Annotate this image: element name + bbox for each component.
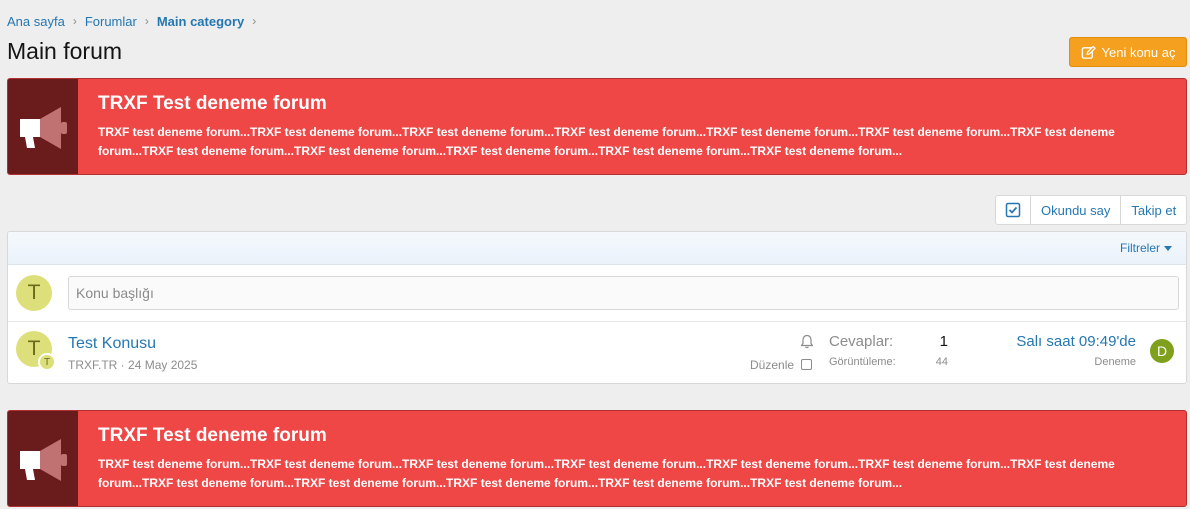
meta-separator: · [117, 358, 129, 372]
notice-banner: TRXF Test deneme forum TRXF test deneme … [7, 410, 1187, 507]
megaphone-icon [20, 438, 67, 481]
filters-label: Filtreler [1119, 241, 1160, 255]
caret-down-icon [1164, 245, 1172, 251]
breadcrumb-forums[interactable]: Forumlar [85, 14, 137, 29]
table-row: T T Test Konusu TRXF.TR · 24 May 2025 Dü… [8, 322, 1186, 383]
thread-list: Filtreler T T T Test Konusu TRXF.TR · 24… [7, 231, 1187, 384]
notice-banner: TRXF Test deneme forum TRXF test deneme … [7, 78, 1187, 175]
chevron-right-icon: › [252, 14, 257, 28]
breadcrumb: Ana sayfa › Forumlar › Main category › [7, 12, 264, 30]
thread-title-input[interactable] [68, 276, 1179, 310]
notice-title: TRXF Test deneme forum [98, 425, 327, 446]
page-title: Main forum [7, 38, 123, 64]
thread-author-link[interactable]: TRXF.TR [68, 358, 117, 372]
breadcrumb-home[interactable]: Ana sayfa [7, 14, 65, 29]
notice-text: TRXF test deneme forum...TRXF test denem… [98, 125, 1115, 158]
replies-label: Cevaplar: [829, 333, 894, 350]
notice-title: TRXF Test deneme forum [98, 93, 327, 114]
notice-icon-panel [8, 79, 78, 174]
new-topic-button[interactable]: Yeni konu aç [1069, 37, 1187, 67]
edit-label: Düzenle [750, 358, 795, 372]
new-topic-label: Yeni konu aç [1101, 44, 1176, 60]
select-toggle-button[interactable] [996, 196, 1031, 224]
replies-count: 1 [939, 333, 948, 350]
thread-start-date: 24 May 2025 [128, 358, 198, 372]
mark-read-button[interactable]: Okundu say [1031, 196, 1122, 224]
chevron-right-icon: › [144, 14, 149, 28]
edit-checkbox[interactable] [801, 359, 812, 370]
avatar-small[interactable]: T [38, 353, 56, 371]
forum-action-buttons: Okundu say Takip et [995, 195, 1188, 225]
megaphone-icon [20, 106, 67, 149]
filters-dropdown[interactable]: Filtreler [1120, 241, 1172, 255]
thread-meta: TRXF.TR · 24 May 2025 [68, 358, 197, 372]
filter-bar: Filtreler [8, 232, 1186, 265]
views-label: Görüntüleme: [829, 356, 896, 368]
avatar[interactable]: T [16, 275, 52, 311]
breadcrumb-main-category[interactable]: Main category [157, 14, 244, 29]
notice-icon-panel [8, 411, 78, 506]
quick-thread-row: T [8, 265, 1186, 322]
edit-icon [1081, 45, 1096, 59]
last-post-user-link[interactable]: Deneme [1094, 356, 1136, 368]
views-count: 44 [935, 356, 948, 368]
thread-title-link[interactable]: Test Konusu [68, 335, 156, 353]
chevron-right-icon: › [72, 14, 77, 28]
bell-icon[interactable] [800, 334, 814, 349]
follow-button[interactable]: Takip et [1121, 196, 1186, 224]
last-post-avatar[interactable]: D [1150, 339, 1174, 363]
notice-text: TRXF test deneme forum...TRXF test denem… [98, 457, 1115, 490]
checkbox-icon [1005, 202, 1021, 218]
last-post-date-link[interactable]: Salı saat 09:49'de [1016, 333, 1136, 350]
